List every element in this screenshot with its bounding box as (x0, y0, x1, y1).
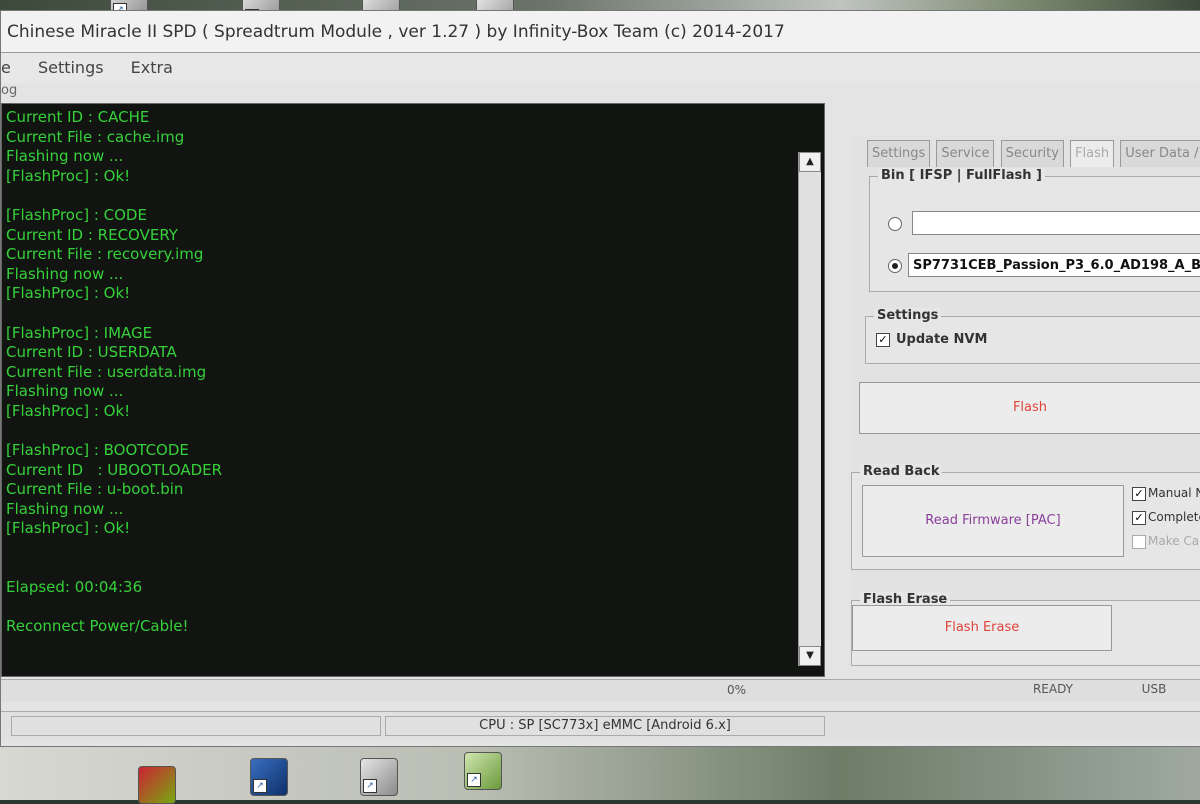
log-line: Current ID : UBOOTLOADER (6, 460, 223, 479)
log-line: Current File : userdata.img (6, 362, 207, 381)
bin-file-field-1[interactable] (912, 211, 1200, 235)
log-line: Reconnect Power/Cable! (6, 617, 189, 636)
status-ready: READY (1032, 682, 1074, 696)
scroll-up-icon[interactable]: ▲ (799, 152, 821, 172)
log-panel: Current ID : CACHE Current File : cache.i… (1, 103, 825, 677)
app-window: Chinese Miracle II SPD ( Spreadtrum Modu… (0, 10, 1200, 747)
tab-security[interactable]: Security (1000, 140, 1064, 167)
settings-group: Settings ✓ Update NVM (865, 308, 1200, 364)
log-line: [FlashProc] : IMAGE (6, 323, 153, 342)
log-line: [FlashProc] : Ok! (6, 519, 131, 538)
log-line: Current File : recovery.img (6, 245, 204, 264)
status-port: USB (1141, 682, 1167, 696)
tab-service[interactable]: Service (936, 140, 995, 167)
log-line: Flashing now ... (6, 499, 124, 518)
log-line: Current File : cache.img (6, 127, 185, 146)
right-panel: Settings Service Security Flash User Dat… (851, 136, 1200, 666)
manual-label: Manual N (1148, 486, 1200, 500)
log-line: [FlashProc] : Ok! (6, 166, 131, 185)
status-cpu: CPU : SP [SC773x] eMMC [Android 6.x] (385, 716, 825, 736)
log-line: [FlashProc] : Ok! (6, 401, 131, 420)
status-cell-empty (11, 716, 381, 736)
manual-checkbox[interactable]: ✓ (1132, 487, 1146, 501)
flash-erase-group: Flash Erase Flash Erase (851, 592, 1200, 666)
motorola-icon[interactable]: ↗ (250, 758, 288, 796)
log-line: [FlashProc] : Ok! (6, 284, 131, 303)
window-title: Chinese Miracle II SPD ( Spreadtrum Modu… (1, 11, 1200, 53)
menu-item-settings[interactable]: Settings (38, 58, 104, 77)
flash-button[interactable]: Flash (859, 382, 1200, 434)
desktop-background-bottom (0, 740, 1200, 800)
bin-group-title: Bin [ IFSP | FullFlash ] (878, 168, 1045, 183)
bin-file-field-2[interactable]: SP7731CEB_Passion_P3_6.0_AD198_A_BP306 (908, 253, 1200, 277)
bin-group: Bin [ IFSP | FullFlash ] SP7731CEB_Passi… (869, 168, 1200, 292)
read-back-group: Read Back Read Firmware [PAC] ✓ Manual N… (851, 464, 1200, 570)
flash-erase-button[interactable]: Flash Erase (852, 605, 1112, 651)
tab-strip: Settings Service Security Flash User Dat… (867, 140, 1200, 168)
bin-radio-ifsp[interactable] (888, 217, 902, 231)
complete-checkbox[interactable]: ✓ (1132, 511, 1146, 525)
status-bar: CPU : SP [SC773x] eMMC [Android 6.x] (1, 711, 1200, 740)
log-line: Current ID : CACHE (6, 108, 150, 126)
read-back-title: Read Back (860, 464, 943, 479)
log-line: Current ID : RECOVERY (6, 225, 178, 244)
log-line: Current ID : USERDATA (6, 343, 177, 362)
log-line: [FlashProc] : BOOTCODE (6, 441, 189, 460)
tab-flash[interactable]: Flash (1070, 140, 1115, 167)
log-line: Elapsed: 00:04:36 (6, 578, 143, 597)
shortcut-arrow-icon: ↗ (363, 779, 377, 793)
log-line: Flashing now ... (6, 147, 124, 166)
shortcut-arrow-icon: ↗ (467, 773, 481, 787)
bin-radio-fullflash[interactable] (888, 259, 902, 273)
menu-item-extra[interactable]: Extra (131, 58, 173, 77)
shortcut-arrow-icon: ↗ (253, 779, 267, 793)
update-nvm-checkbox[interactable]: ✓ (876, 333, 890, 347)
tab-settings[interactable]: Settings (867, 140, 931, 167)
log-scrollbar[interactable]: ▲ ▼ (798, 152, 821, 666)
scroll-down-icon[interactable]: ▼ (799, 646, 821, 666)
android-tool-icon[interactable]: ↗ (464, 752, 502, 790)
log-line: [FlashProc] : CODE (6, 205, 147, 224)
log-line: Current File : u-boot.bin (6, 480, 184, 499)
progress-bar: 0% READY USB (1, 679, 1200, 702)
complete-label: Complete (1148, 510, 1200, 524)
log-line: Flashing now ... (6, 264, 124, 283)
menu-bar: e Settings Extra (1, 53, 1200, 83)
make-cali-label: Make Cali (1148, 534, 1200, 548)
log-line: Flashing now ... (6, 382, 124, 401)
menu-item-file[interactable]: e (1, 58, 11, 77)
progress-percent: 0% (727, 683, 747, 697)
tab-user-data[interactable]: User Data / Flash (1120, 140, 1200, 167)
winrar-icon[interactable] (138, 766, 176, 804)
log-text: Current ID : CACHE Current File : cache.i… (6, 108, 796, 668)
log-label: og (1, 83, 18, 98)
settings-group-title: Settings (874, 308, 942, 323)
desktop-shortcut-icon[interactable]: ↗ (360, 758, 398, 796)
update-nvm-label: Update NVM (896, 332, 988, 347)
read-firmware-button[interactable]: Read Firmware [PAC] (862, 485, 1124, 557)
make-cali-checkbox[interactable] (1132, 535, 1146, 549)
